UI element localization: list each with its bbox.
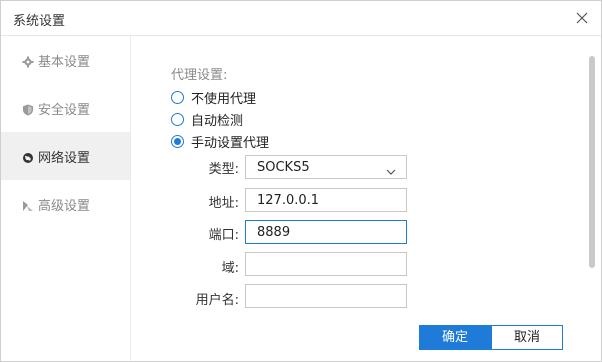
titlebar: 系统设置 (1, 1, 601, 36)
sidebar-item-security[interactable]: 安全设置 (1, 84, 130, 132)
radio-label: 不使用代理 (191, 92, 257, 107)
sidebar-item-label: 基本设置 (38, 55, 91, 70)
port-input[interactable]: 8889 (245, 220, 407, 244)
advanced-icon (22, 197, 34, 211)
cancel-button[interactable]: 取消 (491, 325, 563, 350)
shield-icon (22, 101, 34, 116)
chevron-down-icon (386, 162, 396, 175)
sidebar-item-network[interactable]: 网络设置 (1, 132, 130, 180)
port-label: 端口: (208, 228, 239, 243)
sidebar-item-label: 网络设置 (38, 151, 91, 166)
proxy-section-label: 代理设置: (171, 68, 228, 83)
window-title: 系统设置 (13, 14, 66, 29)
scrollbar[interactable] (589, 56, 595, 268)
address-input[interactable]: 127.0.0.1 (245, 188, 407, 212)
close-icon[interactable] (573, 9, 591, 27)
proxy-type-select[interactable]: SOCKS5 (245, 155, 407, 179)
globe-icon (22, 149, 34, 163)
radio-label: 自动检测 (191, 114, 244, 129)
ok-button[interactable]: 确定 (419, 325, 491, 350)
radio-button[interactable] (171, 91, 184, 104)
gear-icon (22, 53, 34, 68)
type-label: 类型: (208, 162, 239, 177)
sidebar-item-basic[interactable]: 基本设置 (1, 36, 130, 84)
username-input[interactable] (245, 284, 407, 308)
port-value: 8889 (257, 225, 291, 240)
proxy-type-value: SOCKS5 (257, 160, 310, 175)
network-settings-panel: 代理设置: 不使用代理 自动检测 手动设置代理 类型: SOCKS5 地址: 1… (131, 36, 601, 361)
settings-dialog: 系统设置 基本设置 安全设置 网络设置 高级设置 代理设置: 不使用代理 自动检… (0, 0, 602, 362)
radio-button[interactable] (171, 135, 184, 148)
sidebar: 基本设置 安全设置 网络设置 高级设置 (1, 36, 131, 361)
sidebar-item-label: 高级设置 (38, 199, 91, 214)
radio-label: 手动设置代理 (191, 136, 270, 151)
radio-button[interactable] (171, 113, 184, 126)
domain-label: 域: (221, 261, 239, 276)
sidebar-item-label: 安全设置 (38, 103, 91, 118)
domain-input[interactable] (245, 252, 407, 276)
username-label: 用户名: (195, 293, 239, 308)
address-label: 地址: (208, 196, 239, 211)
address-value: 127.0.0.1 (257, 193, 320, 208)
sidebar-item-advanced[interactable]: 高级设置 (1, 180, 130, 228)
